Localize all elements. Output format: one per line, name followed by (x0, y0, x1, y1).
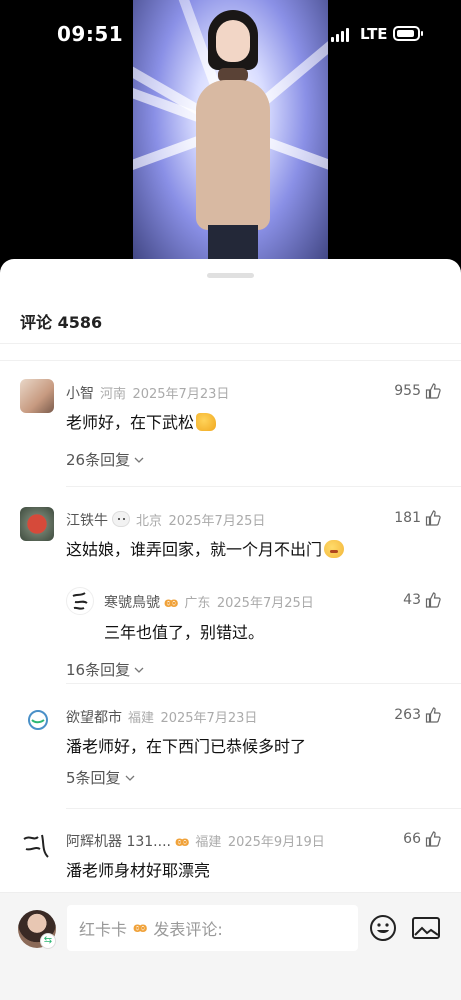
replies-label: 26条回复 (66, 451, 131, 469)
signal-icon (331, 28, 349, 42)
status-bar: 09:51 LTE (0, 0, 461, 60)
vip-badge-icon: ꙭ (133, 920, 148, 936)
username[interactable]: 江铁牛 (66, 513, 108, 529)
replies-label: 16条回复 (66, 661, 131, 679)
switch-account-icon[interactable]: ⇆ (40, 933, 56, 949)
chevron-down-icon (134, 457, 144, 463)
image-icon[interactable] (411, 913, 441, 943)
divider (0, 343, 461, 344)
reply-avatar[interactable] (66, 587, 94, 615)
comment-sheet: 评论 4586 小智 河南 2025年7月23日 955 老师好，在下武松 26条… (0, 259, 461, 1000)
drag-handle[interactable] (207, 273, 254, 278)
comment-text: 老师好，在下武松 (66, 413, 195, 432)
chevron-down-icon (134, 667, 144, 673)
like-count: 43 (403, 592, 421, 608)
location: 福建 (128, 711, 155, 726)
status-time: 09:51 (57, 22, 124, 46)
view-replies-button[interactable]: 16条回复 (66, 659, 144, 680)
like-count: 181 (394, 510, 421, 526)
comment-text: 潘老师好，在下西门已恭候多时了 (66, 737, 307, 756)
thumb-up-icon (425, 510, 441, 526)
date: 2025年9月19日 (227, 835, 325, 850)
divider (66, 808, 461, 809)
face-emoji (324, 540, 345, 558)
comment-input[interactable]: 红卡卡 ꙭ 发表评论: (67, 905, 358, 951)
vip-badge-icon: ꙭ (164, 596, 179, 611)
like-count: 66 (403, 831, 421, 847)
username[interactable]: 阿辉机器 131.... (66, 834, 171, 850)
like-count: 955 (394, 383, 421, 399)
emoji-icon[interactable] (368, 913, 398, 943)
view-replies-button[interactable]: 26条回复 (66, 449, 144, 470)
date: 2025年7月25日 (168, 514, 266, 529)
replies-label: 5条回复 (66, 769, 121, 787)
like-button[interactable]: 66 (403, 831, 441, 847)
username[interactable]: 欲望都市 (66, 710, 122, 726)
like-button[interactable]: 43 (403, 592, 441, 608)
cow-badge-icon (112, 511, 130, 527)
date: 2025年7月23日 (160, 711, 258, 726)
comment-input-bar: ⇆ 红卡卡 ꙭ 发表评论: (0, 892, 461, 1000)
comment-text: 这姑娘，谁弄回家，就一个月不出门 (66, 540, 323, 559)
avatar[interactable] (20, 704, 54, 738)
username[interactable]: 小智 (66, 386, 94, 402)
comment-count-title: 评论 4586 (20, 313, 103, 332)
location: 广东 (184, 596, 211, 611)
thumb-up-icon (425, 707, 441, 723)
thumbs-up-emoji (196, 413, 217, 431)
like-button[interactable]: 263 (394, 707, 441, 723)
network-label: LTE (360, 25, 388, 43)
vip-badge-icon: ꙭ (174, 835, 190, 850)
like-count: 263 (394, 707, 421, 723)
comment-text: 潘老师身材好耶漂亮 (66, 861, 211, 880)
location: 北京 (136, 514, 163, 529)
like-button[interactable]: 955 (394, 383, 441, 399)
thumb-up-icon (425, 592, 441, 608)
avatar[interactable] (20, 507, 54, 541)
chevron-down-icon (125, 775, 135, 781)
avatar[interactable] (20, 379, 54, 413)
input-prefix: 红卡卡 (79, 920, 128, 939)
date: 2025年7月25日 (216, 596, 314, 611)
location: 河南 (100, 387, 127, 402)
battery-icon (393, 26, 423, 41)
thumb-up-icon (425, 383, 441, 399)
divider (66, 486, 461, 487)
reply-text: 三年也值了，别错过。 (104, 623, 265, 642)
date: 2025年7月23日 (132, 387, 230, 402)
divider (66, 683, 461, 684)
view-replies-button[interactable]: 5条回复 (66, 767, 135, 788)
reply-username[interactable]: 寒號鳥號 (104, 595, 160, 611)
input-placeholder: 发表评论: (153, 920, 223, 939)
location: 福建 (195, 835, 222, 850)
thumb-up-icon (425, 831, 441, 847)
like-button[interactable]: 181 (394, 510, 441, 526)
divider (0, 360, 461, 361)
avatar[interactable] (20, 829, 54, 863)
